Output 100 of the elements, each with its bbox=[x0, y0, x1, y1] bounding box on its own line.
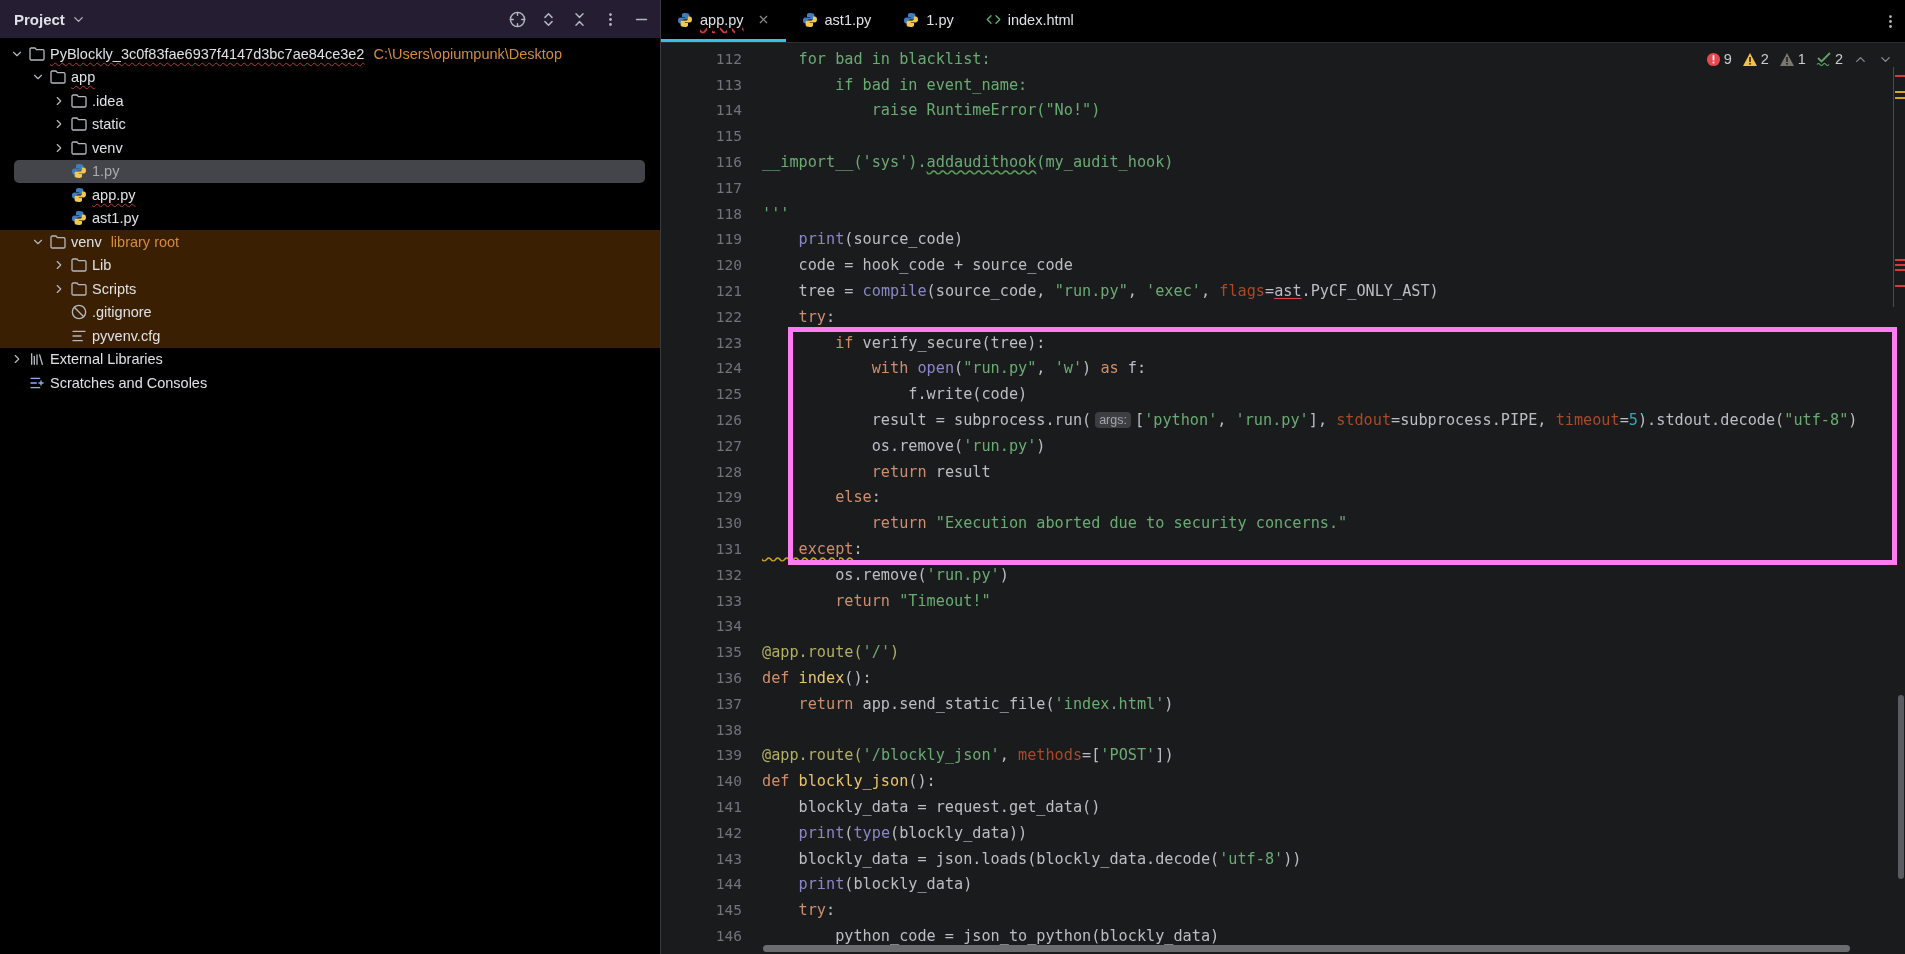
line-number: 132 bbox=[714, 566, 742, 583]
item-name: .idea bbox=[92, 92, 124, 109]
line-number: 121 bbox=[714, 283, 742, 300]
code-line: os.remove('run.py') bbox=[834, 565, 1009, 584]
code-line: code = hook_code + source_code bbox=[797, 256, 1073, 275]
folder-icon bbox=[71, 258, 87, 273]
tree-item[interactable]: ast1.py bbox=[0, 206, 660, 230]
line-number: 114 bbox=[714, 102, 742, 119]
tree-item[interactable]: app.py bbox=[0, 183, 660, 207]
code-line: os.remove('run.py') bbox=[870, 436, 1046, 455]
code-line: if verify_secure(tree): bbox=[834, 333, 1046, 352]
code-line: __import__('sys').addaudithook(my_audit_hook) bbox=[762, 153, 1174, 172]
folder-icon bbox=[71, 93, 87, 108]
code-line: for bad in blacklist: bbox=[797, 49, 991, 68]
item-hint: C:\Users\opiumpunk\Desktop bbox=[373, 45, 562, 62]
line-number: 116 bbox=[714, 154, 742, 171]
ban-icon bbox=[71, 304, 87, 321]
code-line: blockly_data = request.get_data() bbox=[797, 798, 1101, 816]
python-icon bbox=[71, 210, 87, 227]
folder-icon bbox=[50, 234, 66, 249]
line-number: 123 bbox=[714, 334, 742, 351]
line-number: 137 bbox=[714, 695, 742, 712]
scrollbar-thumb[interactable] bbox=[1898, 695, 1904, 879]
line-number: 142 bbox=[714, 824, 742, 841]
python-icon bbox=[801, 11, 818, 28]
line-number: 144 bbox=[714, 876, 742, 893]
python-icon bbox=[71, 186, 87, 203]
code-line: @app.route('/blockly_json', methods=['POST']) bbox=[762, 746, 1174, 765]
tree-item[interactable]: Scratches and Consoles bbox=[0, 371, 660, 395]
code-line: if bad in event_name: bbox=[834, 75, 1028, 94]
tree-item[interactable]: .idea bbox=[0, 89, 660, 113]
item-name: app.py bbox=[92, 186, 136, 203]
code-line: return "Execution aborted due to security concerns." bbox=[870, 514, 1348, 533]
tree-item[interactable]: pyvenv.cfg bbox=[0, 324, 660, 348]
warning-icon bbox=[1741, 51, 1758, 67]
code-line: blockly_data = json.loads(blockly_data.decode('utf-8')) bbox=[797, 849, 1302, 868]
code-line: tree = compile(source_code, "run.py", 'exec', flags=ast.PyCF_ONLY_AST) bbox=[797, 282, 1439, 301]
tree-item[interactable]: External Libraries bbox=[0, 347, 660, 371]
code-line: @app.route('/') bbox=[762, 643, 900, 662]
editor-tab[interactable]: 1.py bbox=[887, 0, 970, 42]
code-line: def index(): bbox=[762, 669, 872, 687]
tree-item[interactable]: 1.py bbox=[14, 159, 645, 183]
editor-tab[interactable]: ast1.py bbox=[785, 0, 888, 42]
line-number: 125 bbox=[714, 386, 742, 403]
line-number: 135 bbox=[714, 644, 742, 661]
problem-count: 9 bbox=[1723, 51, 1732, 67]
library-icon bbox=[29, 351, 45, 368]
item-name: Scratches and Consoles bbox=[50, 374, 208, 391]
code-line: python_code = json_to_python(blockly_data) bbox=[834, 927, 1220, 945]
code-line: else: bbox=[834, 488, 881, 507]
line-number: 120 bbox=[714, 257, 742, 274]
code-line: with open("run.py", 'w') as f: bbox=[870, 359, 1147, 378]
code-icon bbox=[985, 12, 1001, 27]
panel-title[interactable]: Project bbox=[14, 10, 65, 28]
scrollbar-thumb[interactable] bbox=[763, 945, 1850, 952]
folder-icon bbox=[50, 70, 66, 85]
item-name: app bbox=[71, 69, 96, 86]
line-number: 119 bbox=[714, 231, 742, 248]
item-name: Lib bbox=[92, 257, 112, 274]
tree-item[interactable]: Scripts bbox=[0, 277, 660, 301]
line-number: 136 bbox=[714, 670, 742, 686]
line-number: 122 bbox=[714, 308, 742, 325]
item-name: venv bbox=[71, 233, 102, 250]
line-number: 146 bbox=[714, 928, 742, 944]
item-name: venv bbox=[92, 139, 123, 156]
tree-item[interactable]: .gitignore bbox=[0, 300, 660, 324]
code-line: result = subprocess.run( args: ['python', 'run.py'], stdout=subprocess.PIPE, timeout=5).stdout.decode("utf-8") bbox=[870, 411, 1858, 430]
tree-item[interactable]: PyBlockly_3c0f83fae6937f4147d3bc7ae84ce3e2 C:\Users\opiumpunk\Desktop bbox=[0, 42, 660, 66]
crosshair-icon[interactable] bbox=[509, 10, 526, 28]
item-name: pyvenv.cfg bbox=[92, 327, 161, 344]
line-number: 115 bbox=[714, 128, 742, 145]
folder-icon bbox=[71, 281, 87, 296]
line-number: 145 bbox=[714, 902, 742, 919]
item-name: PyBlockly_3c0f83fae6937f4147d3bc7ae84ce3e2 bbox=[50, 45, 365, 62]
item-name: .gitignore bbox=[92, 304, 152, 321]
tree-item[interactable]: app bbox=[0, 65, 660, 89]
editor-tab[interactable]: index.html bbox=[969, 0, 1090, 42]
line-number: 117 bbox=[714, 179, 742, 196]
line-number: 130 bbox=[714, 515, 742, 532]
python-icon bbox=[677, 11, 693, 28]
item-name: 1.py bbox=[92, 163, 120, 180]
code-line: print(type(blockly_data)) bbox=[797, 823, 1028, 842]
line-number: 128 bbox=[714, 463, 742, 480]
python-icon bbox=[71, 163, 87, 180]
tree-item[interactable]: venv library root bbox=[0, 230, 660, 254]
item-hint: library root bbox=[110, 233, 180, 250]
code-line: except: bbox=[797, 540, 863, 559]
tree-item[interactable]: venv bbox=[0, 136, 660, 160]
line-number: 124 bbox=[714, 360, 742, 377]
code-line: return result bbox=[870, 462, 991, 481]
line-number: 143 bbox=[714, 850, 742, 867]
problem-count: 2 bbox=[1834, 51, 1843, 67]
line-number: 139 bbox=[714, 747, 742, 764]
code-line: f.write(code) bbox=[907, 385, 1028, 404]
code-line: print(source_code) bbox=[797, 230, 964, 249]
tree-item[interactable]: static bbox=[0, 112, 660, 136]
check-icon bbox=[1815, 51, 1832, 67]
line-number: 112 bbox=[714, 50, 742, 67]
code-line: return "Timeout!" bbox=[834, 591, 991, 610]
tree-item[interactable]: Lib bbox=[0, 253, 660, 277]
